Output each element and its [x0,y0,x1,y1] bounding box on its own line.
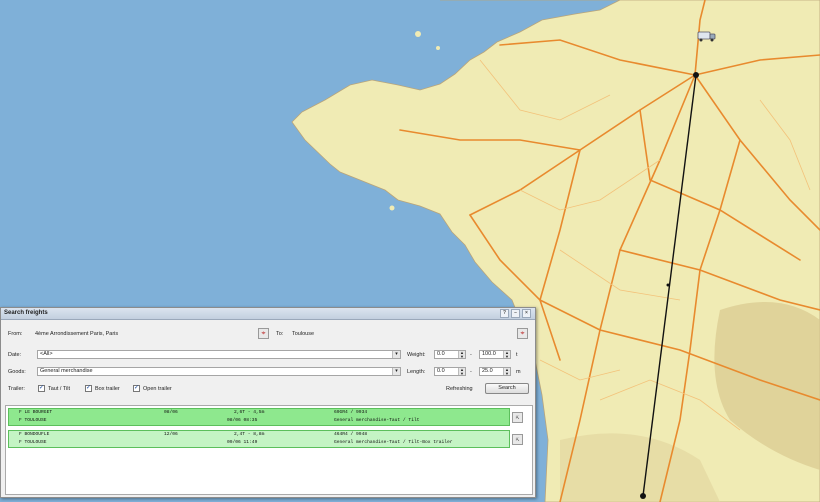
box-trailer-label: Box trailer [95,386,120,392]
weight-unit: t [516,352,518,358]
results-list: F LE BOURGET 08/06 2,6T - 4,5m 69GR4 / 9… [5,405,533,495]
list-item[interactable]: F LE BOURGET 08/06 2,6T - 4,5m 69GR4 / 9… [8,408,523,426]
chevron-down-icon[interactable]: ▾ [392,368,400,375]
help-icon[interactable]: ? [500,309,509,318]
range-separator: - [470,352,472,358]
search-freights-dialog: Search freights ? – × From: 4ème Arrondi… [0,307,536,498]
length-min-input[interactable]: 0.0 ▲ ▼ [434,367,466,376]
weight-max-value: 100.0 [482,351,496,357]
length-min-value: 0.0 [437,368,445,374]
from-label: From: [8,331,23,337]
trailer-label: Trailer: [8,386,25,392]
from-value[interactable]: 4ème Arrondissement Paris, Paris [35,331,118,337]
pick-to-button[interactable]: ⌖ [517,328,528,339]
taut-tilt-label: Taut / Tilt [48,386,71,392]
result-from: F LE BOURGET [19,410,53,415]
result-date-to: 08/06 08:35 [227,418,258,423]
result-goods: General merchandise-Taut / Tilt-Box trai… [334,440,453,445]
result-date-from: 08/06 [164,410,178,415]
date-select[interactable]: <All> ▾ [37,350,401,359]
result-from: F BONDOUFLE [19,432,50,437]
pick-from-button[interactable]: ⌖ [258,328,269,339]
result-date-to: 09/06 11:49 [227,440,258,445]
length-max-input[interactable]: 25.0 ▲ ▼ [479,367,511,376]
result-to: F TOULOUSE [19,418,47,423]
waypoint-marker-icon [666,283,670,287]
chevron-down-icon[interactable]: ▾ [392,351,400,358]
length-max-value: 25.0 [482,368,493,374]
result-load: 2,6T - 4,5m [234,410,265,415]
goods-label: Goods: [8,369,26,375]
minimize-icon[interactable]: – [511,309,520,318]
length-unit: m [516,369,521,375]
spinner-icon[interactable]: ▲ ▼ [458,351,465,358]
weight-min-value: 0.0 [437,351,445,357]
result-action-icon[interactable]: ⇱ [512,434,523,445]
island [436,46,440,50]
dialog-title: Search freights [4,310,48,316]
list-item[interactable]: F BONDOUFLE 12/06 2,4T - 8,8m 464R4 / 99… [8,430,523,448]
date-select-value: <All> [40,351,53,357]
result-to: F TOULOUSE [19,440,47,445]
spinner-icon[interactable]: ▲ ▼ [503,351,510,358]
result-load: 2,4T - 8,8m [234,432,265,437]
taut-tilt-checkbox[interactable]: ✓ [38,385,45,392]
goods-select[interactable]: General merchandise ▾ [37,367,401,376]
result-goods: General merchandise-Taut / Tilt [334,418,420,423]
weight-max-input[interactable]: 100.0 ▲ ▼ [479,350,511,359]
refreshing-label: Refreshing [446,386,473,392]
box-trailer-checkbox[interactable]: ✓ [85,385,92,392]
to-label: To: [276,331,284,337]
open-trailer-label: Open trailer [143,386,172,392]
result-date-from: 12/06 [164,432,178,437]
date-label: Date: [8,352,22,358]
result-ref: 69GR4 / 9934 [334,410,368,415]
search-button[interactable]: Search [485,383,529,394]
result-action-icon[interactable]: ⇱ [512,412,523,423]
to-value[interactable]: Toulouse [292,331,314,337]
goods-select-value: General merchandise [40,368,93,374]
dialog-title-bar[interactable]: Search freights ? – × [1,308,535,320]
map-pin-icon: ⌖ [520,330,525,337]
island [415,31,421,37]
island [389,205,395,211]
origin-marker-icon[interactable] [693,72,699,78]
result-ref: 464R4 / 9948 [334,432,368,437]
open-trailer-checkbox[interactable]: ✓ [133,385,140,392]
spinner-icon[interactable]: ▲ ▼ [503,368,510,375]
weight-min-input[interactable]: 0.0 ▲ ▼ [434,350,466,359]
spinner-icon[interactable]: ▲ ▼ [458,368,465,375]
window-buttons: ? – × [500,309,531,318]
length-label: Length: [407,369,426,375]
range-separator: - [470,369,472,375]
map-pin-icon: ⌖ [261,330,266,337]
weight-label: Weight: [407,352,426,358]
close-icon[interactable]: × [522,309,531,318]
destination-marker-icon[interactable] [640,493,646,499]
